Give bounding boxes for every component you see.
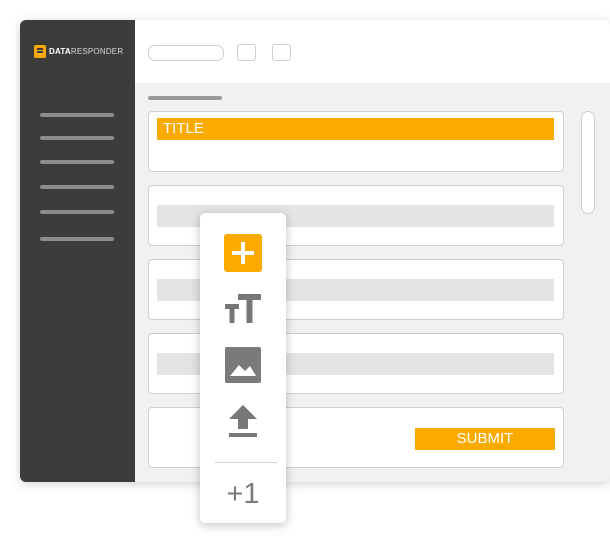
sidebar-item-5[interactable] (40, 210, 114, 214)
toolbox-divider (215, 462, 277, 463)
plus-one-button[interactable]: +1 (219, 475, 267, 513)
sidebar-item-6[interactable] (40, 237, 114, 241)
sidebar-item-2[interactable] (40, 136, 114, 140)
logo: DATA RESPONDER (34, 43, 123, 59)
submit-button[interactable]: SUBMIT (415, 428, 555, 450)
logo-name-bold: DATA (49, 46, 71, 56)
plus-icon (224, 234, 262, 272)
upload-icon (229, 405, 257, 437)
scrollbar[interactable] (581, 111, 595, 214)
text-tool-button[interactable] (224, 290, 262, 328)
title-field[interactable]: TITLE (157, 118, 554, 140)
content-heading (148, 96, 222, 100)
toolbar-button-1[interactable] (237, 44, 256, 61)
form-card-title[interactable]: TITLE (148, 111, 564, 172)
image-icon (225, 347, 261, 383)
search-input[interactable] (148, 45, 224, 61)
toolbar-button-2[interactable] (272, 44, 291, 61)
image-tool-button[interactable] (224, 346, 262, 384)
sidebar-item-3[interactable] (40, 160, 114, 164)
logo-name-light: RESPONDER (70, 46, 124, 56)
upload-tool-button[interactable] (224, 402, 262, 440)
toolbox-panel: +1 (200, 213, 286, 523)
sidebar-item-4[interactable] (40, 185, 114, 189)
sidebar: DATA RESPONDER (20, 20, 135, 482)
text-size-icon (225, 294, 261, 323)
top-bar (135, 20, 610, 83)
logo-icon (34, 44, 46, 58)
add-field-button[interactable] (224, 234, 262, 272)
sidebar-item-1[interactable] (40, 113, 114, 117)
